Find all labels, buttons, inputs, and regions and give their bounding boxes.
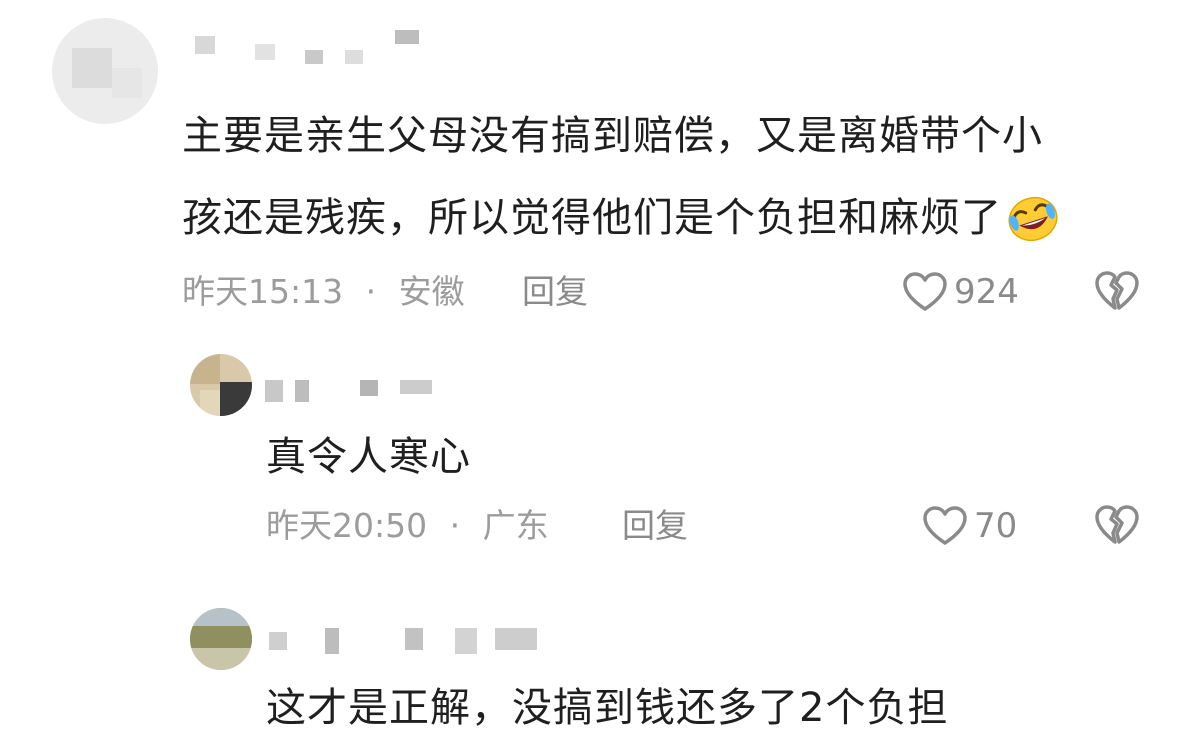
comment-time: 昨天20:50 <box>266 506 428 545</box>
reply-button[interactable]: 回复 <box>522 272 588 312</box>
avatar[interactable] <box>190 354 252 416</box>
comment-text-line-2: 孩还是残疾，所以觉得他们是个负担和麻烦了 <box>182 193 1062 242</box>
comment-meta: 昨天15:13 · 安徽 <box>182 272 465 312</box>
broken-heart-icon <box>1095 505 1139 544</box>
avatar[interactable] <box>190 608 252 670</box>
comment-location: 安徽 <box>398 272 465 311</box>
comment-meta: 昨天20:50 · 广东 <box>266 506 549 546</box>
like-button[interactable]: 70 <box>922 504 1017 548</box>
comment-text: 这才是正解，没搞到钱还多了2个负担 <box>266 685 949 731</box>
avatar[interactable] <box>52 18 158 124</box>
comment-text-line-1: 主要是亲生父母没有搞到赔偿，又是离婚带个小 <box>182 113 1043 159</box>
username-blurred[interactable] <box>265 376 465 406</box>
comment-1: 主要是亲生父母没有搞到赔偿，又是离婚带个小 孩还是残疾，所以觉得他们是个负担和麻… <box>0 0 1200 330</box>
comment-text-line-2-text: 孩还是残疾，所以觉得他们是个负担和麻烦了 <box>182 195 1002 241</box>
meta-separator: · <box>449 506 461 545</box>
meta-separator: · <box>365 272 377 311</box>
dislike-button[interactable] <box>1094 270 1140 316</box>
like-button[interactable]: 924 <box>902 270 1019 314</box>
broken-heart-icon <box>1095 271 1139 310</box>
comment-3: 这才是正解，没搞到钱还多了2个负担 <box>0 596 1200 756</box>
username-blurred[interactable] <box>195 30 455 64</box>
like-count: 924 <box>954 272 1019 312</box>
heart-outline-icon <box>903 272 947 311</box>
comment-time: 昨天15:13 <box>182 272 344 311</box>
reply-button[interactable]: 回复 <box>622 506 688 546</box>
comment-2: 真令人寒心 昨天20:50 · 广东 回复 70 <box>0 340 1200 580</box>
dislike-button[interactable] <box>1094 504 1140 550</box>
username-blurred[interactable] <box>265 624 565 654</box>
heart-outline-icon <box>923 506 967 545</box>
comment-text: 真令人寒心 <box>266 434 471 480</box>
like-count: 70 <box>974 506 1018 546</box>
comment-location: 广东 <box>482 506 549 545</box>
rofl-emoji <box>1008 196 1058 241</box>
